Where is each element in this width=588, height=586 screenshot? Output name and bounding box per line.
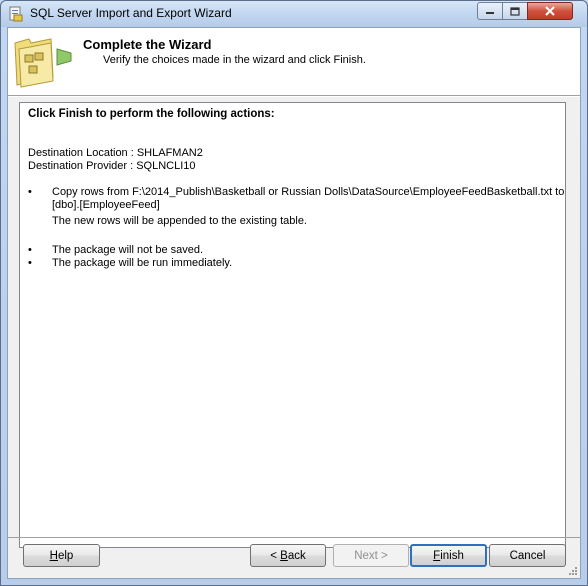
help-mnemonic: H bbox=[49, 549, 58, 562]
action-package-run: The package will be run immediately. bbox=[52, 257, 233, 269]
next-label: Next > bbox=[354, 549, 388, 562]
destination-location: Destination Location : SHLAFMAN2 bbox=[28, 147, 203, 159]
wizard-window: SQL Server Import and Export Wizard Comp… bbox=[0, 0, 588, 586]
title-bar[interactable]: SQL Server Import and Export Wizard bbox=[1, 1, 587, 27]
maximize-button[interactable] bbox=[502, 2, 528, 20]
action-package-not-saved: The package will not be saved. bbox=[52, 244, 204, 256]
wizard-folder-icon bbox=[14, 38, 72, 88]
summary-panel[interactable]: Click Finish to perform the following ac… bbox=[19, 102, 566, 548]
page-title: Complete the Wizard bbox=[83, 37, 212, 52]
minimize-button[interactable] bbox=[477, 2, 503, 20]
cancel-button[interactable]: Cancel bbox=[489, 544, 566, 567]
bullet-glyph: • bbox=[28, 244, 32, 256]
action-copy-rows-note: The new rows will be appended to the exi… bbox=[52, 215, 307, 227]
back-label-rest: ack bbox=[287, 549, 306, 562]
back-mnemonic: B bbox=[280, 549, 288, 562]
finish-button[interactable]: Finish bbox=[410, 544, 487, 567]
window-title: SQL Server Import and Export Wizard bbox=[30, 6, 232, 20]
resize-grip-icon[interactable] bbox=[568, 566, 578, 576]
bullet-glyph: • bbox=[28, 186, 32, 198]
destination-provider: Destination Provider : SQLNCLI10 bbox=[28, 160, 196, 172]
page-subtitle: Verify the choices made in the wizard an… bbox=[103, 54, 366, 66]
header-divider bbox=[8, 96, 580, 97]
maximize-icon bbox=[510, 6, 520, 16]
back-button[interactable]: < Back bbox=[250, 544, 326, 567]
cancel-label: Cancel bbox=[509, 549, 546, 562]
minimize-icon bbox=[486, 12, 494, 14]
help-label-rest: elp bbox=[57, 549, 74, 562]
summary-heading: Click Finish to perform the following ac… bbox=[28, 108, 275, 120]
close-button[interactable] bbox=[527, 2, 573, 20]
action-copy-rows-line2: [dbo].[EmployeeFeed] bbox=[52, 199, 160, 211]
back-prefix: < bbox=[270, 549, 281, 562]
help-button[interactable]: Help bbox=[23, 544, 100, 567]
wizard-client-area: Complete the Wizard Verify the choices m… bbox=[7, 27, 581, 579]
app-icon bbox=[9, 6, 23, 22]
close-icon bbox=[545, 6, 555, 16]
finish-mnemonic: F bbox=[433, 549, 441, 562]
action-copy-rows-line1: Copy rows from F:\2014_Publish\Basketbal… bbox=[52, 186, 565, 198]
finish-label-rest: inish bbox=[440, 549, 464, 562]
next-button[interactable]: Next > bbox=[333, 544, 409, 567]
wizard-header: Complete the Wizard Verify the choices m… bbox=[8, 28, 580, 96]
bullet-glyph: • bbox=[28, 257, 32, 269]
footer-divider bbox=[8, 537, 580, 538]
